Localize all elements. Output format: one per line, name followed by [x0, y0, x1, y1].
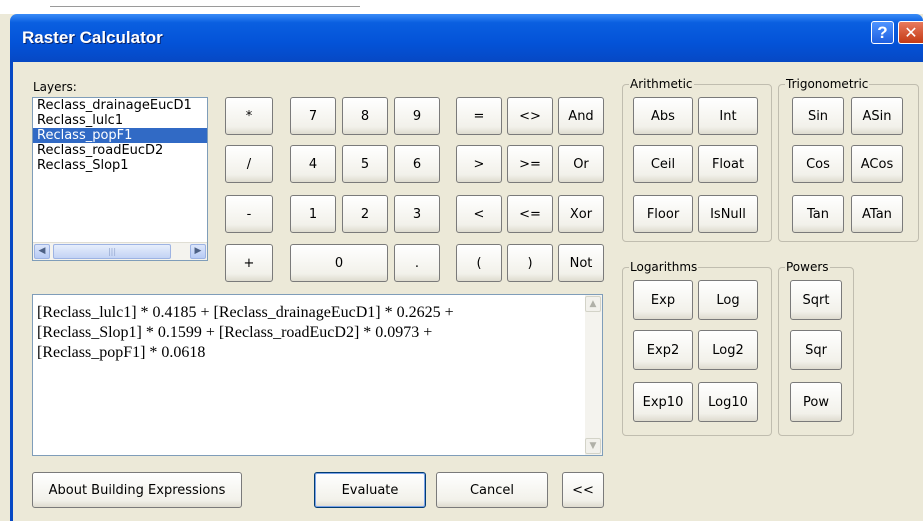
atan-button[interactable]: ATan: [851, 195, 903, 233]
layers-list[interactable]: Reclass_drainageEucD1 Reclass_lulc1 Recl…: [32, 97, 208, 261]
trigonometric-label: Trigonometric: [786, 77, 869, 91]
expression-text[interactable]: [Reclass_lulc1] * 0.4185 + [Reclass_drai…: [37, 303, 577, 363]
background-window-edge: [50, 0, 360, 7]
evaluate-button[interactable]: Evaluate: [314, 472, 426, 508]
less-than-button[interactable]: <: [456, 195, 502, 233]
xor-button[interactable]: Xor: [558, 195, 604, 233]
and-button[interactable]: And: [558, 97, 604, 135]
not-button[interactable]: Not: [558, 244, 604, 282]
digit-9-button[interactable]: 9: [394, 97, 440, 135]
abs-button[interactable]: Abs: [633, 97, 693, 135]
pow-button[interactable]: Pow: [790, 382, 842, 422]
isnull-button[interactable]: IsNull: [698, 195, 758, 233]
minus-button[interactable]: -: [225, 195, 273, 233]
scroll-thumb[interactable]: |||: [53, 244, 171, 259]
background-window-strip: [0, 0, 923, 14]
layers-horizontal-scrollbar[interactable]: ◀ ||| ▶: [33, 242, 207, 260]
float-button[interactable]: Float: [698, 145, 758, 183]
sqr-button[interactable]: Sqr: [790, 330, 842, 370]
digit-4-button[interactable]: 4: [290, 145, 336, 183]
greater-than-button[interactable]: >: [456, 145, 502, 183]
layer-item[interactable]: Reclass_drainageEucD1: [33, 98, 207, 113]
log2-button[interactable]: Log2: [698, 330, 758, 370]
digit-0-button[interactable]: 0: [290, 244, 388, 282]
exp2-button[interactable]: Exp2: [633, 330, 693, 370]
title-bar[interactable]: Raster Calculator: [10, 14, 923, 62]
log10-button[interactable]: Log10: [698, 382, 758, 422]
less-equal-button[interactable]: <=: [507, 195, 553, 233]
asin-button[interactable]: ASin: [851, 97, 903, 135]
close-paren-button[interactable]: ): [507, 244, 553, 282]
decimal-point-button[interactable]: .: [394, 244, 440, 282]
scroll-right-arrow-icon[interactable]: ▶: [190, 244, 206, 259]
powers-label: Powers: [786, 260, 829, 274]
floor-button[interactable]: Floor: [633, 195, 693, 233]
exp-button[interactable]: Exp: [633, 280, 693, 320]
help-button[interactable]: ?: [871, 21, 894, 44]
layer-item[interactable]: Reclass_Slop1: [33, 158, 207, 173]
layer-item[interactable]: Reclass_lulc1: [33, 113, 207, 128]
arithmetic-label: Arithmetic: [630, 77, 693, 91]
log-button[interactable]: Log: [698, 280, 758, 320]
digit-6-button[interactable]: 6: [394, 145, 440, 183]
scroll-down-arrow-icon[interactable]: ▼: [585, 438, 601, 454]
or-button[interactable]: Or: [558, 145, 604, 183]
digit-2-button[interactable]: 2: [342, 195, 388, 233]
int-button[interactable]: Int: [698, 97, 758, 135]
scroll-left-arrow-icon[interactable]: ◀: [34, 244, 50, 259]
sqrt-button[interactable]: Sqrt: [790, 280, 842, 320]
plus-button[interactable]: +: [225, 244, 273, 282]
not-equal-button[interactable]: <>: [507, 97, 553, 135]
digit-7-button[interactable]: 7: [290, 97, 336, 135]
sin-button[interactable]: Sin: [792, 97, 844, 135]
cancel-button[interactable]: Cancel: [436, 472, 548, 508]
scroll-up-arrow-icon[interactable]: ▲: [585, 296, 601, 312]
open-paren-button[interactable]: (: [456, 244, 502, 282]
equals-button[interactable]: =: [456, 97, 502, 135]
window-title: Raster Calculator: [22, 28, 163, 47]
layer-item-selected[interactable]: Reclass_popF1: [33, 128, 207, 143]
digit-1-button[interactable]: 1: [290, 195, 336, 233]
digit-3-button[interactable]: 3: [394, 195, 440, 233]
cos-button[interactable]: Cos: [792, 145, 844, 183]
exp10-button[interactable]: Exp10: [633, 382, 693, 422]
layer-item[interactable]: Reclass_roadEucD2: [33, 143, 207, 158]
digit-8-button[interactable]: 8: [342, 97, 388, 135]
digit-5-button[interactable]: 5: [342, 145, 388, 183]
divide-button[interactable]: /: [225, 145, 273, 183]
expression-textbox[interactable]: [Reclass_lulc1] * 0.4185 + [Reclass_drai…: [32, 294, 603, 456]
ceil-button[interactable]: Ceil: [633, 145, 693, 183]
acos-button[interactable]: ACos: [851, 145, 903, 183]
about-building-expressions-button[interactable]: About Building Expressions: [32, 472, 242, 508]
multiply-button[interactable]: *: [225, 97, 273, 135]
layers-label: Layers:: [33, 80, 77, 94]
expression-vertical-scrollbar[interactable]: ▲ ▼: [585, 295, 602, 455]
greater-equal-button[interactable]: >=: [507, 145, 553, 183]
tan-button[interactable]: Tan: [792, 195, 844, 233]
logarithms-label: Logarithms: [630, 260, 698, 274]
close-button[interactable]: ✕: [898, 21, 923, 44]
collapse-button[interactable]: <<: [562, 472, 604, 508]
